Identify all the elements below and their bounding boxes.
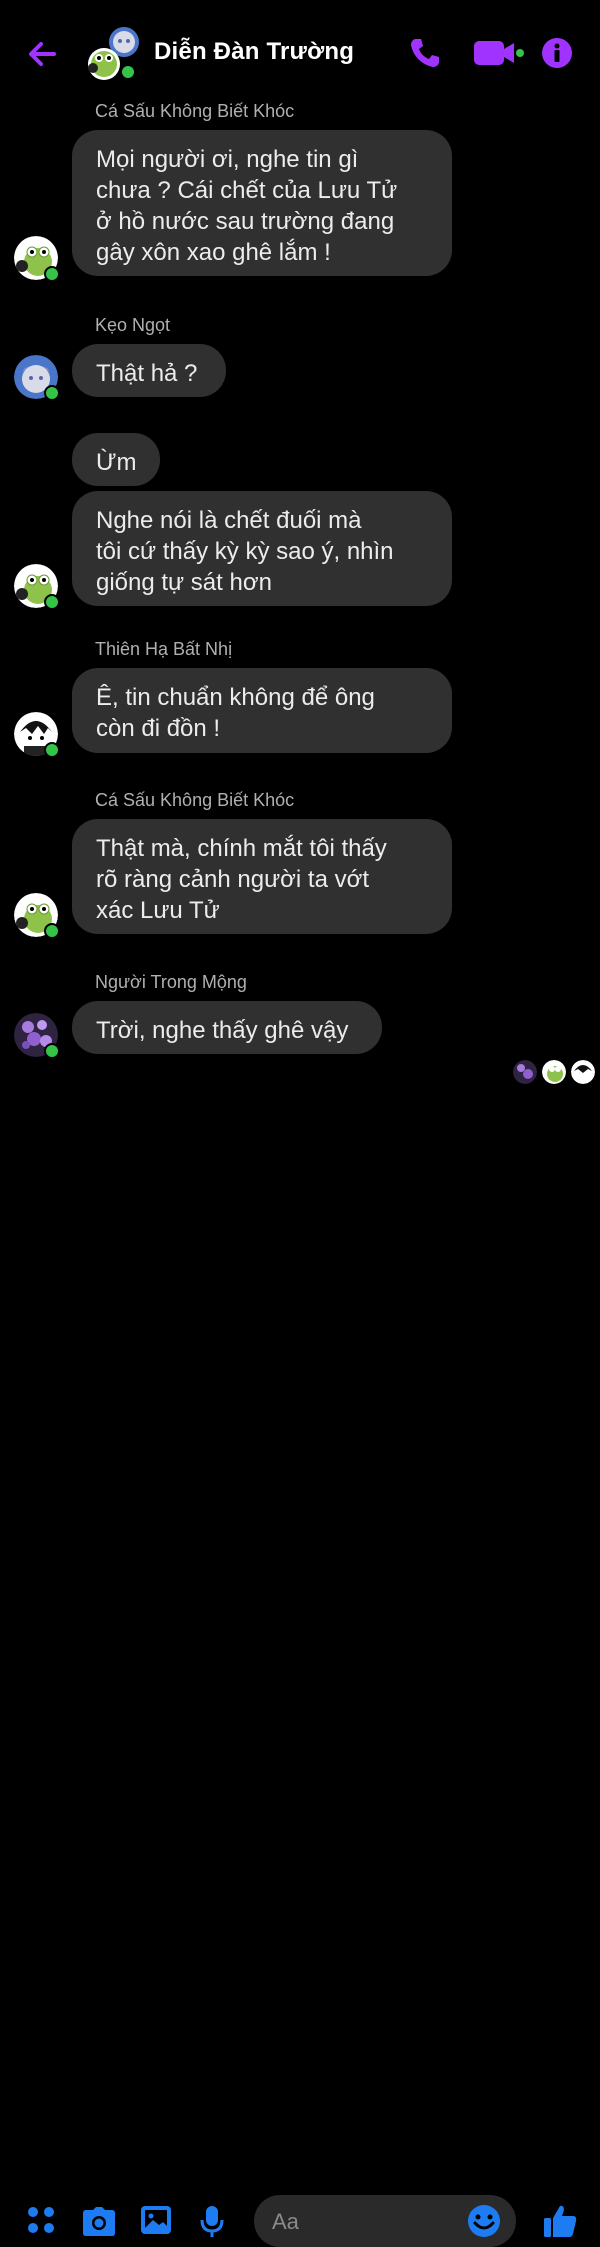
message-bubble[interactable]: Thật hả ? bbox=[72, 344, 226, 397]
info-icon[interactable] bbox=[540, 36, 574, 70]
group-avatar[interactable] bbox=[86, 26, 142, 82]
message-line: rõ ràng cảnh người ta vớt bbox=[96, 866, 370, 893]
online-status-dot bbox=[44, 923, 60, 939]
message-line: Ê, tin chuẩn không để ông bbox=[96, 684, 375, 711]
gallery-image-icon[interactable] bbox=[140, 2205, 172, 2235]
message-bubble[interactable]: Mọi người ơi, nghe tin gì chưa ? Cái chế… bbox=[72, 130, 452, 276]
online-status-dot bbox=[44, 1043, 60, 1059]
online-status-dot bbox=[44, 385, 60, 401]
sender-name: Cá Sấu Không Biết Khóc bbox=[95, 790, 295, 810]
message-line: Thật mà, chính mắt tôi thấy bbox=[96, 835, 387, 862]
seen-avatar-frog bbox=[542, 1060, 566, 1084]
message-line: tôi cứ thấy kỳ kỳ sao ý, nhìn bbox=[96, 538, 394, 565]
message-line: Trời, nghe thấy ghê vậy bbox=[96, 1017, 349, 1044]
seen-avatar-purple-flowers bbox=[513, 1060, 537, 1084]
message-input-placeholder: Aa bbox=[272, 2209, 299, 2234]
menu-grid-icon[interactable] bbox=[26, 2205, 56, 2235]
avatar-anime-girl[interactable] bbox=[14, 355, 60, 401]
avatar-purple-flowers[interactable] bbox=[14, 1013, 60, 1059]
message-bubble[interactable]: Ừm bbox=[72, 433, 160, 486]
phone-call-icon[interactable] bbox=[408, 36, 442, 70]
sender-name: Người Trong Mộng bbox=[95, 972, 247, 992]
message-line: Ừm bbox=[96, 449, 137, 476]
camera-icon[interactable] bbox=[82, 2205, 116, 2237]
online-status-dot bbox=[44, 742, 60, 758]
message-bubble[interactable]: Ê, tin chuẩn không để ông còn đi đồn ! bbox=[72, 668, 452, 753]
message-line: xác Lưu Tử bbox=[96, 897, 220, 924]
message-line: Thật hả ? bbox=[96, 360, 198, 387]
message-line: Nghe nói là chết đuối mà bbox=[96, 507, 362, 534]
avatar-frog[interactable] bbox=[14, 236, 60, 282]
message-line: Mọi người ơi, nghe tin gì bbox=[96, 146, 359, 173]
online-status-dot bbox=[44, 266, 60, 282]
message-line: còn đi đồn ! bbox=[96, 715, 221, 742]
chat-header: Diễn Đàn Trường bbox=[0, 0, 600, 100]
avatar-sketch-boy[interactable] bbox=[14, 712, 60, 758]
message-line: giống tự sát hơn bbox=[96, 569, 272, 596]
sender-name: Kẹo Ngọt bbox=[95, 315, 171, 335]
online-status-dot bbox=[44, 594, 60, 610]
avatar-frog[interactable] bbox=[14, 564, 60, 610]
message-composer: Aa bbox=[0, 1095, 600, 2247]
emoji-icon[interactable] bbox=[466, 2203, 502, 2239]
message-line: gây xôn xao ghê lắm ! bbox=[96, 239, 331, 266]
sender-name: Cá Sấu Không Biết Khóc bbox=[95, 101, 295, 121]
message-line: chưa ? Cái chết của Lưu Tử bbox=[96, 177, 398, 204]
message-line: ở hồ nước sau trường đang bbox=[96, 208, 395, 235]
conversation-title[interactable]: Diễn Đàn Trường bbox=[154, 38, 354, 66]
video-call-icon[interactable] bbox=[472, 36, 528, 70]
sender-name: Thiên Hạ Bất Nhị bbox=[95, 639, 233, 659]
message-bubble[interactable]: Thật mà, chính mắt tôi thấy rõ ràng cảnh… bbox=[72, 819, 452, 934]
microphone-icon[interactable] bbox=[200, 2205, 224, 2239]
avatar-frog[interactable] bbox=[14, 893, 60, 939]
back-arrow-icon[interactable] bbox=[24, 36, 60, 72]
message-bubble[interactable]: Trời, nghe thấy ghê vậy bbox=[72, 1001, 382, 1054]
message-bubble[interactable]: Nghe nói là chết đuối mà tôi cứ thấy kỳ … bbox=[72, 491, 452, 606]
thumbs-up-icon[interactable] bbox=[542, 2203, 578, 2239]
seen-avatar-sketch-boy bbox=[571, 1060, 595, 1084]
